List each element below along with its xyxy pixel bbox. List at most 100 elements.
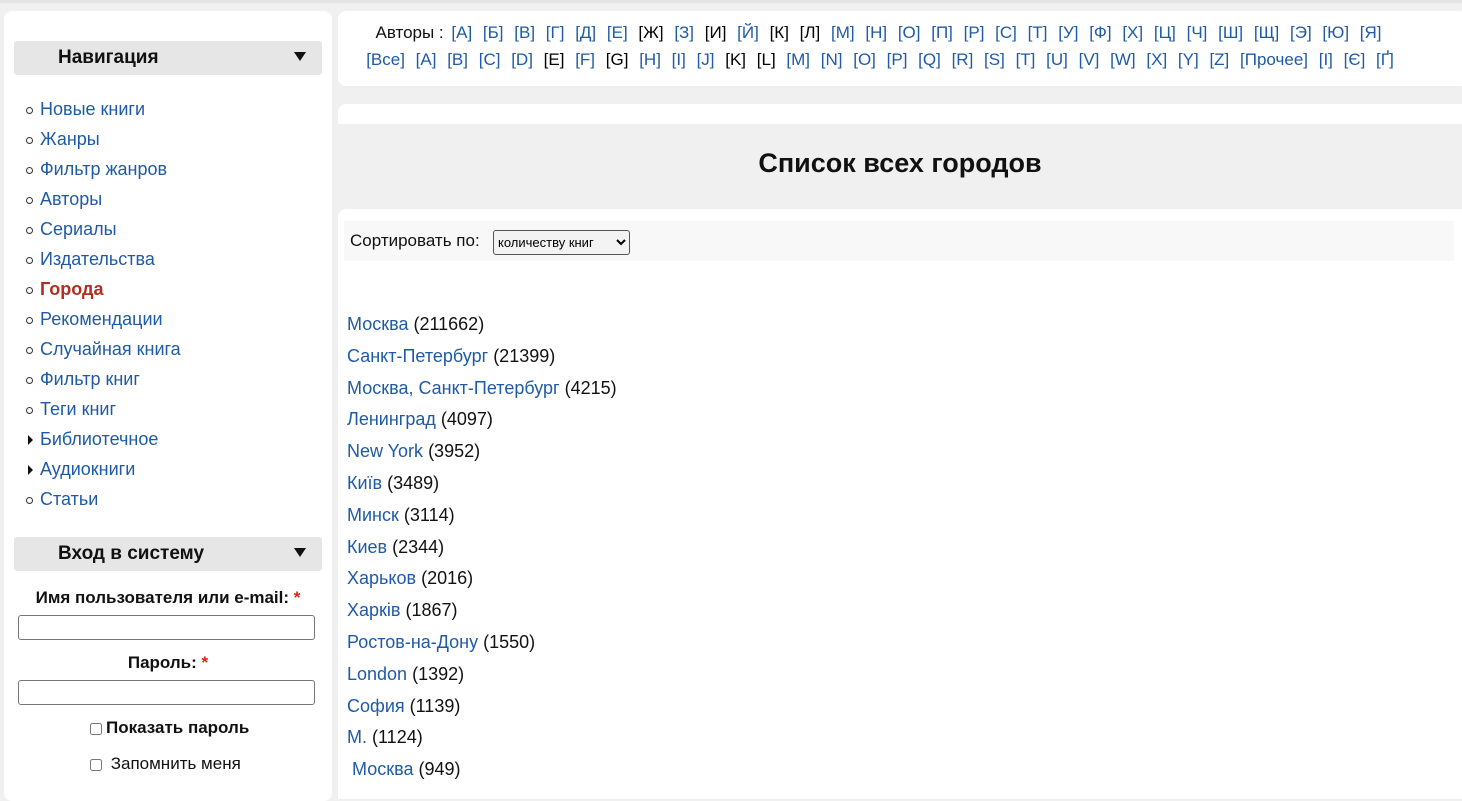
alphabet-letter-link[interactable]: [З] <box>674 23 694 42</box>
alphabet-letter-link[interactable]: [K] <box>725 50 746 69</box>
city-link[interactable]: М. <box>347 727 367 747</box>
alphabet-letter-link[interactable]: [G] <box>606 50 629 69</box>
alphabet-letter-link[interactable]: [А] <box>451 23 472 42</box>
alphabet-letter-link[interactable]: [К] <box>770 23 789 42</box>
nav-link[interactable]: Фильтр жанров <box>40 158 167 180</box>
nav-item[interactable]: Статьи <box>4 488 324 518</box>
alphabet-letter-link[interactable]: [F] <box>575 50 595 69</box>
alphabet-letter-link[interactable]: [Є] <box>1344 50 1366 69</box>
alphabet-letter-link[interactable]: [Щ] <box>1254 23 1279 42</box>
collapse-triangle-icon[interactable] <box>294 548 306 557</box>
city-link[interactable]: Ростов-на-Дону <box>347 632 478 652</box>
nav-link[interactable]: Рекомендации <box>40 308 163 330</box>
alphabet-letter-link[interactable]: [Ю] <box>1322 23 1349 42</box>
city-link[interactable]: Киев <box>347 537 387 557</box>
alphabet-letter-link[interactable]: [X] <box>1146 50 1167 69</box>
username-input[interactable] <box>18 615 315 640</box>
alphabet-letter-link[interactable]: [Ґ] <box>1376 50 1394 69</box>
alphabet-letter-link[interactable]: [Q] <box>918 50 941 69</box>
alphabet-letter-link[interactable]: [Н] <box>865 23 887 42</box>
city-link[interactable]: Санкт-Петербург <box>347 346 488 366</box>
nav-item[interactable]: Фильтр книг <box>4 368 324 398</box>
collapse-triangle-icon[interactable] <box>294 52 306 61</box>
nav-link[interactable]: Фильтр книг <box>40 368 140 390</box>
nav-item[interactable]: Аудиокниги <box>4 458 324 488</box>
remember-me-label[interactable]: Запомнить меня <box>111 754 241 773</box>
alphabet-letter-link[interactable]: [P] <box>887 50 908 69</box>
alphabet-letter-link[interactable]: [T] <box>1016 50 1036 69</box>
login-header[interactable]: Вход в систему <box>14 537 322 571</box>
alphabet-letter-link[interactable]: [Ц] <box>1154 23 1176 42</box>
alphabet-letter-link[interactable]: [Все] <box>366 50 405 69</box>
alphabet-letter-link[interactable]: [U] <box>1046 50 1068 69</box>
city-link[interactable]: Москва <box>347 314 408 334</box>
alphabet-letter-link[interactable]: [H] <box>639 50 661 69</box>
show-password-checkbox[interactable] <box>90 722 102 735</box>
alphabet-letter-link[interactable]: [І] <box>1319 50 1333 69</box>
alphabet-letter-link[interactable]: [Ш] <box>1218 23 1243 42</box>
alphabet-letter-link[interactable]: [I] <box>672 50 686 69</box>
alphabet-letter-link[interactable]: [У] <box>1058 23 1078 42</box>
nav-link[interactable]: Города <box>40 278 104 300</box>
nav-link[interactable]: Статьи <box>40 488 98 510</box>
nav-link[interactable]: Случайная книга <box>40 338 181 360</box>
alphabet-letter-link[interactable]: [B] <box>447 50 468 69</box>
city-link[interactable]: Харьков <box>347 568 416 588</box>
alphabet-letter-link[interactable]: [Ч] <box>1187 23 1208 42</box>
nav-item[interactable]: Сериалы <box>4 218 324 248</box>
nav-item[interactable]: Фильтр жанров <box>4 158 324 188</box>
alphabet-letter-link[interactable]: [Я] <box>1360 23 1382 42</box>
nav-link[interactable]: Новые книги <box>40 98 145 120</box>
city-link[interactable]: София <box>347 696 405 716</box>
alphabet-letter-link[interactable]: [Е] <box>607 23 628 42</box>
alphabet-letter-link[interactable]: [W] <box>1110 50 1136 69</box>
nav-link[interactable]: Теги книг <box>40 398 116 420</box>
alphabet-letter-link[interactable]: [Э] <box>1290 23 1312 42</box>
alphabet-letter-link[interactable]: [С] <box>995 23 1017 42</box>
nav-item[interactable]: Случайная книга <box>4 338 324 368</box>
show-password-label[interactable]: Показать пароль <box>106 718 249 737</box>
remember-me-checkbox[interactable] <box>90 758 102 771</box>
nav-link[interactable]: Аудиокниги <box>40 458 135 480</box>
alphabet-letter-link[interactable]: [В] <box>514 23 535 42</box>
city-link[interactable]: Минск <box>347 505 399 525</box>
alphabet-letter-link[interactable]: [Л] <box>800 23 821 42</box>
city-link[interactable]: London <box>347 664 407 684</box>
navigation-header[interactable]: Навигация <box>14 41 322 75</box>
city-link[interactable]: New York <box>347 441 423 461</box>
alphabet-letter-link[interactable]: [М] <box>831 23 855 42</box>
alphabet-letter-link[interactable]: [Б] <box>483 23 504 42</box>
city-link[interactable]: Київ <box>347 473 382 493</box>
alphabet-letter-link[interactable]: [S] <box>984 50 1005 69</box>
alphabet-letter-link[interactable]: [Ж] <box>638 23 663 42</box>
alphabet-letter-link[interactable]: [C] <box>479 50 501 69</box>
alphabet-letter-link[interactable]: [A] <box>416 50 437 69</box>
alphabet-letter-link[interactable]: [D] <box>511 50 533 69</box>
nav-item[interactable]: Теги книг <box>4 398 324 428</box>
alphabet-letter-link[interactable]: [J] <box>697 50 715 69</box>
alphabet-letter-link[interactable]: [И] <box>705 23 727 42</box>
city-link[interactable]: Москва <box>347 759 413 779</box>
nav-link[interactable]: Сериалы <box>40 218 117 240</box>
city-link[interactable]: Москва, Санкт-Петербург <box>347 378 560 398</box>
alphabet-letter-link[interactable]: [Y] <box>1178 50 1199 69</box>
nav-item[interactable]: Библиотечное <box>4 428 324 458</box>
nav-item[interactable]: Издательства <box>4 248 324 278</box>
alphabet-letter-link[interactable]: [Х] <box>1122 23 1143 42</box>
alphabet-letter-link[interactable]: [R] <box>952 50 974 69</box>
alphabet-letter-link[interactable]: [Г] <box>546 23 565 42</box>
alphabet-letter-link[interactable]: [Ф] <box>1089 23 1111 42</box>
alphabet-letter-link[interactable]: [П] <box>931 23 953 42</box>
alphabet-letter-link[interactable]: [Т] <box>1028 23 1048 42</box>
nav-link[interactable]: Библиотечное <box>40 428 158 450</box>
password-input[interactable] <box>18 680 315 705</box>
alphabet-letter-link[interactable]: [L] <box>757 50 776 69</box>
nav-item[interactable]: Жанры <box>4 128 324 158</box>
alphabet-letter-link[interactable]: [Р] <box>964 23 985 42</box>
alphabet-letter-link[interactable]: [Й] <box>737 23 759 42</box>
alphabet-letter-link[interactable]: [Д] <box>575 23 596 42</box>
nav-item[interactable]: Авторы <box>4 188 324 218</box>
alphabet-letter-link[interactable]: [Прочее] <box>1240 50 1308 69</box>
nav-link[interactable]: Издательства <box>40 248 155 270</box>
sort-select[interactable]: количеству книг <box>493 230 630 255</box>
